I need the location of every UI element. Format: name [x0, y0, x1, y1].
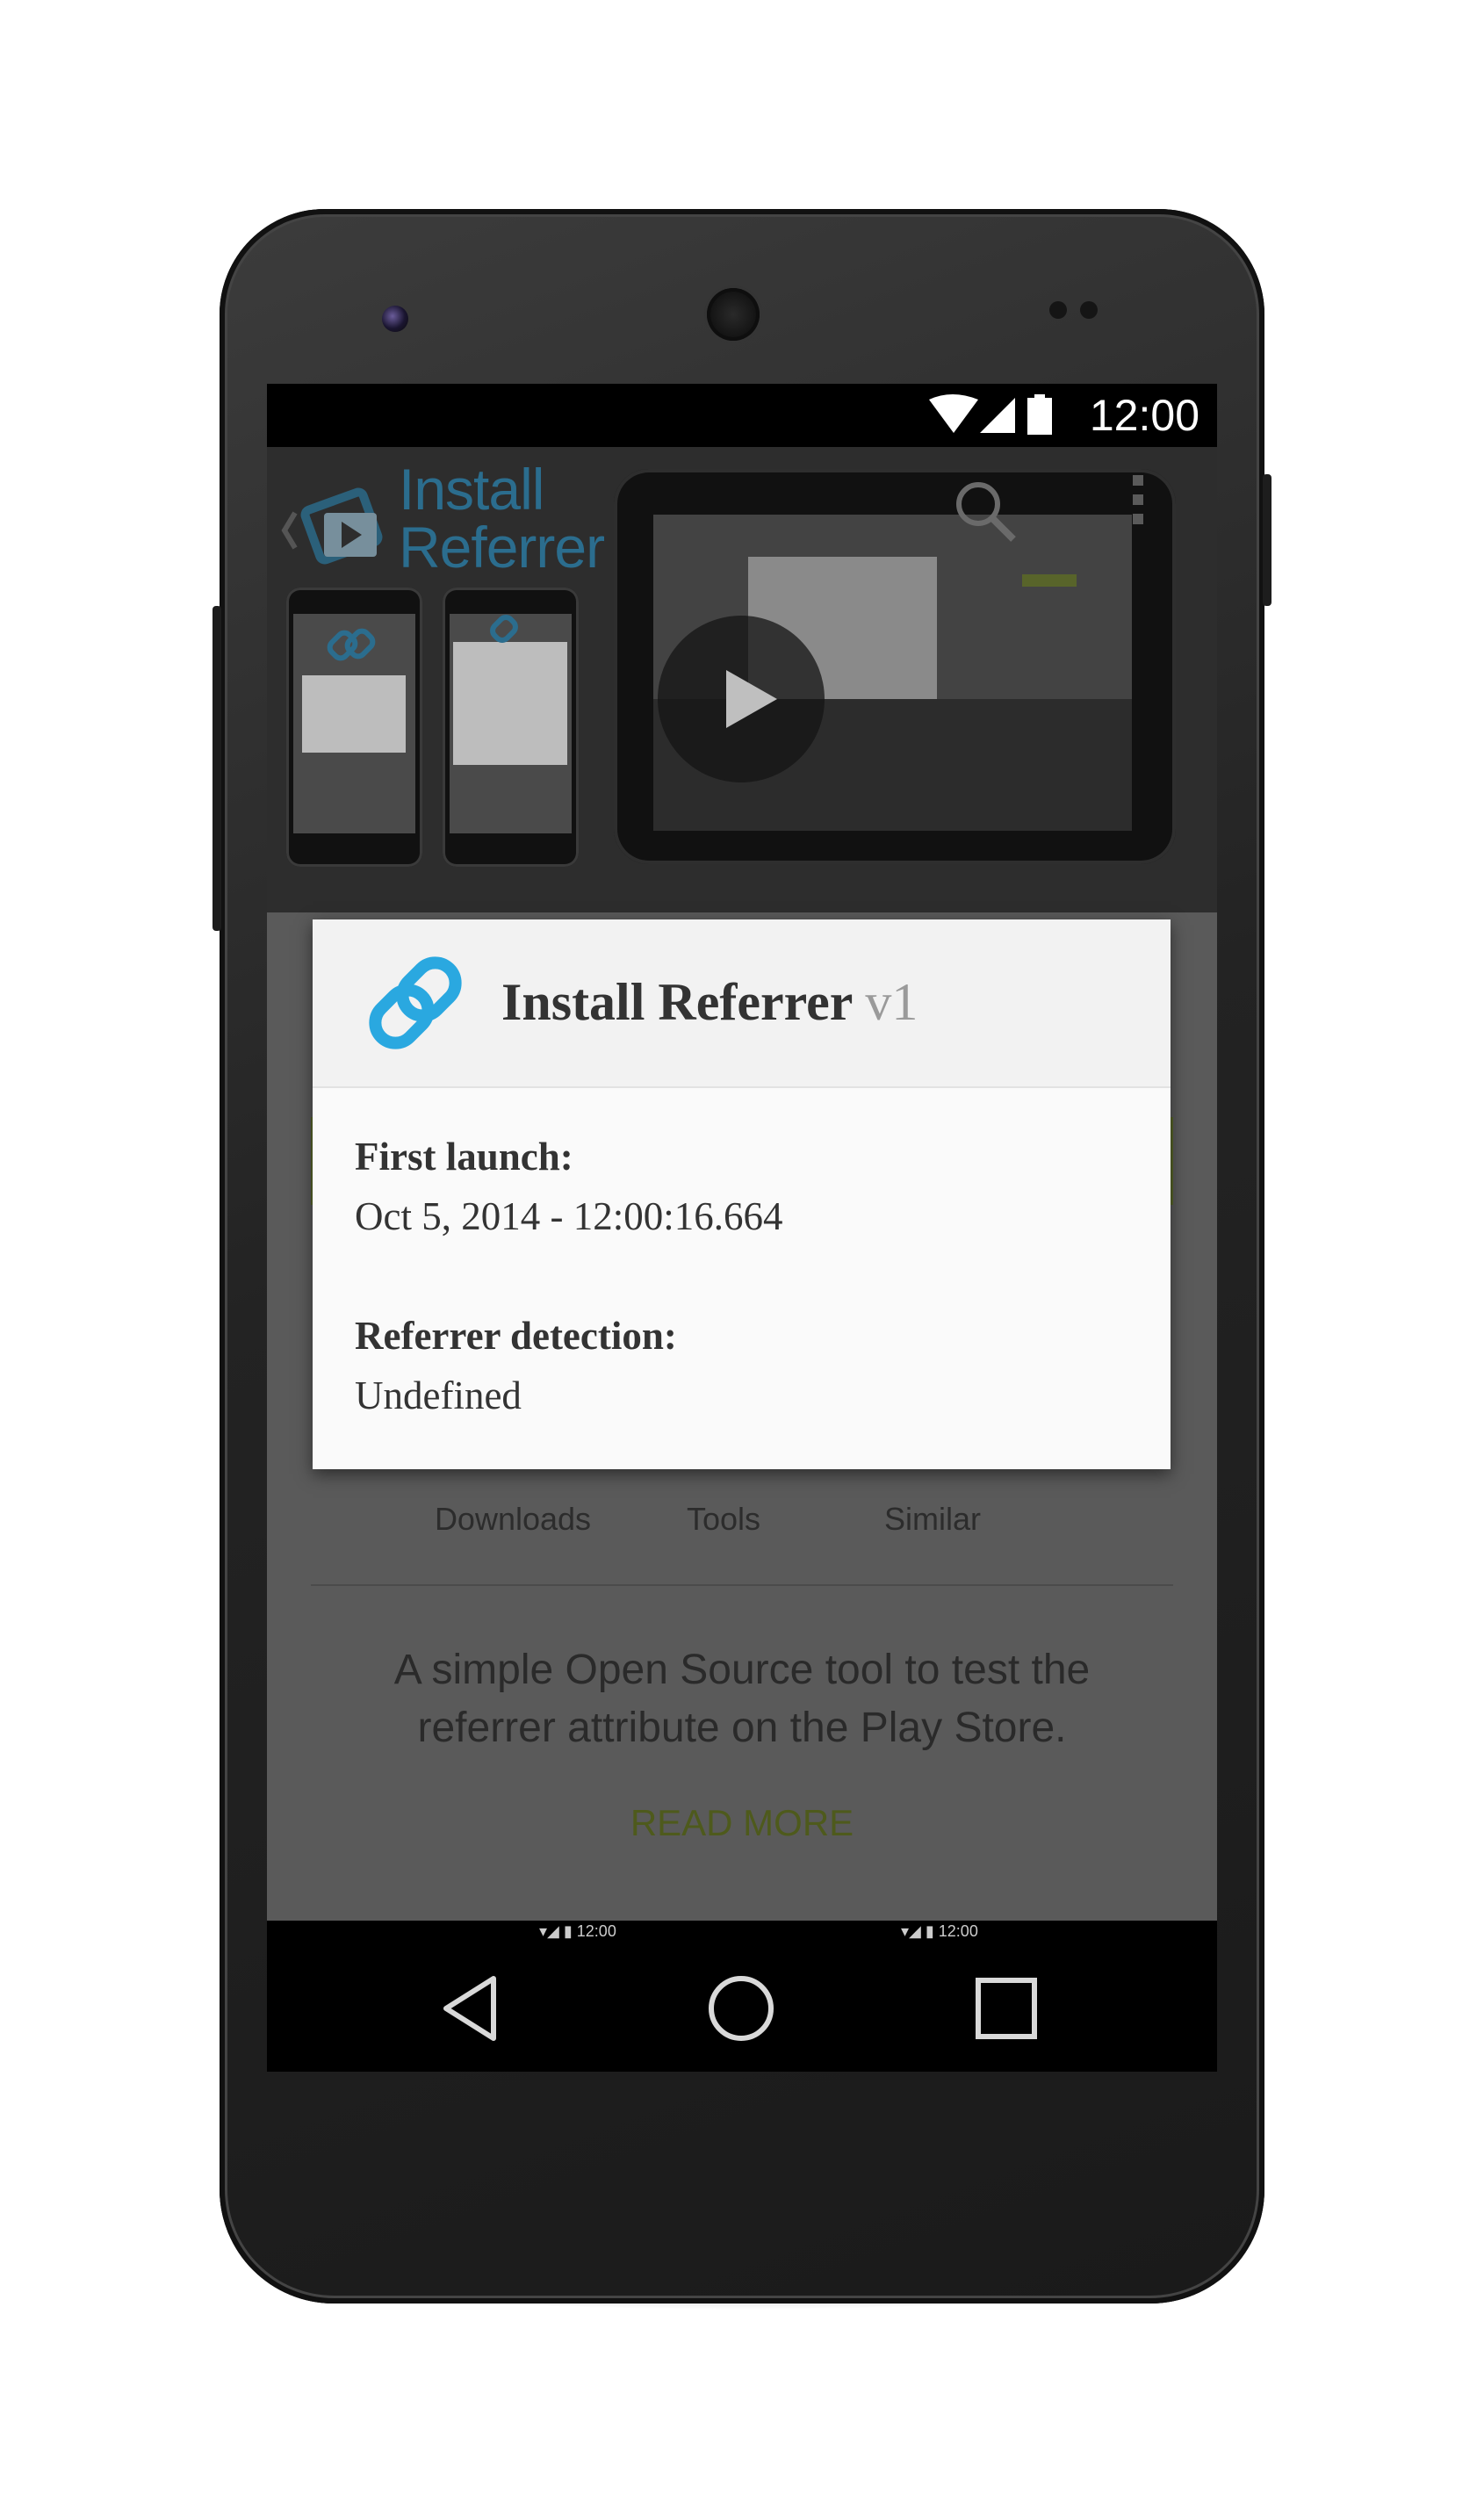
mini-link-icon-2	[490, 615, 518, 643]
logo-line-1: Install	[399, 457, 544, 522]
mini-link-icon	[327, 628, 376, 661]
app-version: v1	[865, 973, 918, 1031]
read-more-link[interactable]: READ MORE	[267, 1802, 1217, 1844]
dialog-header: Install Referrer v1	[313, 919, 1171, 1088]
banner-logo-text: Install Referrer	[399, 457, 605, 580]
earpiece-speaker	[707, 288, 760, 341]
light-sensor	[1080, 301, 1098, 319]
volume-button[interactable]	[213, 606, 221, 931]
app-description: A simple Open Source tool to test the re…	[393, 1647, 1091, 1751]
screenshot-phone-2	[443, 588, 579, 867]
first-launch-label: First launch:	[355, 1135, 573, 1179]
play-icon	[726, 670, 777, 728]
section-divider	[311, 1584, 1173, 1586]
thumbnail-status-strip: ▾◢ ▮ 12:00 ▾◢ ▮ 12:00	[267, 1921, 1217, 1945]
referrer-detection-value: Undefined	[355, 1373, 522, 1417]
category-tools[interactable]: Tools	[636, 1501, 811, 1538]
phone-screen: 12:00 Install Referrer Downloads Tools S…	[267, 384, 1217, 2072]
category-downloads[interactable]: Downloads	[425, 1501, 601, 1538]
search-icon[interactable]	[952, 478, 1022, 548]
app-name: Install Referrer	[501, 973, 854, 1031]
referrer-detection-label: Referrer detection:	[355, 1314, 677, 1358]
logo-line-2: Referrer	[399, 515, 605, 580]
recents-icon[interactable]	[969, 1972, 1043, 2045]
dialog-title: Install Referrer v1	[501, 970, 918, 1034]
status-time: 12:00	[1089, 391, 1199, 440]
back-chevron-icon[interactable]	[276, 482, 399, 579]
link-icon	[369, 956, 462, 1049]
promo-banner: Install Referrer	[267, 447, 1217, 912]
power-button[interactable]	[1263, 474, 1271, 606]
category-similar[interactable]: Similar	[845, 1501, 1020, 1538]
home-icon[interactable]	[704, 1972, 778, 2045]
first-launch-value: Oct 5, 2014 - 12:00:16.664	[355, 1194, 783, 1238]
proximity-sensor	[1049, 301, 1067, 319]
overflow-menu-icon[interactable]	[1129, 475, 1147, 537]
screenshot-phone-1	[286, 588, 422, 867]
cell-signal-icon	[980, 398, 1015, 433]
install-referrer-dialog: Install Referrer v1 First launch: Oct 5, …	[313, 919, 1171, 1469]
wifi-icon	[929, 394, 978, 433]
status-icons	[927, 394, 1068, 443]
battery-icon	[1027, 394, 1052, 435]
camera-lens	[382, 306, 408, 332]
status-bar: 12:00	[267, 384, 1217, 447]
video-play-button[interactable]	[658, 616, 825, 782]
navigation-bar	[267, 1945, 1217, 2072]
back-icon[interactable]	[436, 1972, 509, 2045]
